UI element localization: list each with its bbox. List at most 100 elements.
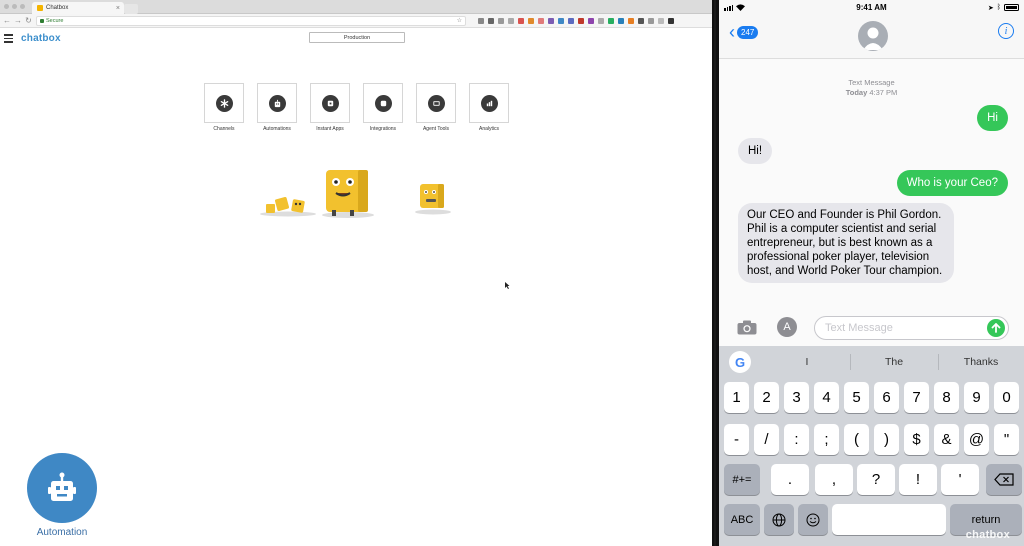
extension-icon[interactable]	[498, 17, 504, 24]
google-icon[interactable]: G	[729, 351, 751, 373]
address-toolbar: ← → ↻ Secure ☆	[0, 14, 712, 28]
automation-circle[interactable]	[27, 453, 97, 523]
asterisk-icon	[215, 94, 233, 112]
key[interactable]: 8	[934, 382, 959, 413]
space-key[interactable]	[832, 504, 946, 535]
extension-icon[interactable]	[648, 17, 654, 24]
maximize-window-button[interactable]	[20, 4, 25, 9]
tile-instant-apps[interactable]: Instant Apps	[310, 83, 350, 132]
message-bubble-received[interactable]: Our CEO and Founder is Phil Gordon. Phil…	[738, 203, 954, 283]
message-bubble-sent[interactable]: Who is your Ceo?	[896, 170, 1008, 196]
key[interactable]: (	[844, 424, 869, 455]
emoji-key[interactable]	[798, 504, 828, 535]
extension-icon[interactable]	[638, 17, 644, 24]
browser-tab-bar: Chatbox ×	[0, 0, 712, 14]
key[interactable]: !	[899, 464, 937, 495]
key[interactable]: &	[934, 424, 959, 455]
extension-icon[interactable]	[528, 17, 534, 24]
info-icon[interactable]: i	[998, 23, 1014, 39]
key[interactable]: .	[771, 464, 809, 495]
key[interactable]: ,	[815, 464, 853, 495]
send-button[interactable]	[987, 319, 1005, 337]
integrations-icon	[374, 94, 392, 112]
abc-key[interactable]: ABC	[724, 504, 760, 535]
keyboard: G I The Thanks 1 2 3 4 5 6 7 8 9 0 - /:…	[719, 346, 1024, 546]
key[interactable]: 1	[724, 382, 749, 413]
extension-icon[interactable]	[548, 17, 554, 24]
menu-dots-icon[interactable]	[668, 17, 674, 24]
automation-button[interactable]: Automation	[27, 453, 97, 538]
bookmark-star-icon[interactable]: ☆	[457, 17, 462, 24]
key[interactable]: 3	[784, 382, 809, 413]
camera-icon[interactable]	[737, 320, 757, 335]
key[interactable]: @	[964, 424, 989, 455]
key[interactable]: 6	[874, 382, 899, 413]
extension-icon[interactable]	[658, 17, 664, 24]
suggestion[interactable]: Thanks	[941, 356, 1021, 368]
tile-label: Instant Apps	[316, 126, 344, 132]
key[interactable]: 0	[994, 382, 1019, 413]
globe-icon	[772, 513, 786, 526]
app-store-icon[interactable]: A	[777, 317, 797, 337]
extension-icon[interactable]	[538, 17, 544, 24]
suggestion[interactable]: The	[854, 356, 934, 368]
extension-icon[interactable]	[588, 17, 594, 24]
message-input[interactable]: Text Message	[814, 316, 1009, 340]
key[interactable]: '	[941, 464, 979, 495]
back-arrow-icon[interactable]: ←	[3, 16, 11, 25]
key[interactable]: )	[874, 424, 899, 455]
extension-icon[interactable]	[568, 17, 574, 24]
compose-bar: A Text Message	[719, 313, 1024, 341]
tile-channels[interactable]: Channels	[204, 83, 244, 132]
key[interactable]: $	[904, 424, 929, 455]
key[interactable]: /	[754, 424, 779, 455]
key[interactable]: -	[724, 424, 749, 455]
message-bubble-received[interactable]: Hi!	[738, 138, 773, 164]
extension-icon[interactable]	[488, 17, 494, 24]
tile-agent-tools[interactable]: Agent Tools	[416, 83, 456, 132]
tile-integrations[interactable]: Integrations	[363, 83, 403, 132]
message-bubble-sent[interactable]: Hi	[977, 105, 1008, 131]
extension-icon[interactable]	[508, 17, 514, 24]
close-window-button[interactable]	[4, 4, 9, 9]
back-button[interactable]: ‹ 247	[729, 23, 759, 41]
key[interactable]: ?	[857, 464, 895, 495]
extension-icon[interactable]	[628, 17, 634, 24]
extension-icon[interactable]	[478, 17, 484, 24]
extension-icon[interactable]	[608, 17, 614, 24]
extension-icon[interactable]	[578, 17, 584, 24]
key[interactable]: 2	[754, 382, 779, 413]
environment-select[interactable]: Production	[309, 32, 405, 43]
more-symbols-key[interactable]: #+=	[724, 464, 760, 495]
key[interactable]: 4	[814, 382, 839, 413]
key[interactable]: 9	[964, 382, 989, 413]
tile-automations[interactable]: Automations	[257, 83, 297, 132]
contact-avatar[interactable]	[858, 21, 888, 51]
tab-title: Chatbox	[46, 5, 69, 11]
close-tab-icon[interactable]: ×	[116, 5, 120, 12]
key[interactable]: 7	[904, 382, 929, 413]
delete-key[interactable]	[986, 464, 1022, 495]
address-bar[interactable]: Secure ☆	[36, 15, 466, 26]
tile-analytics[interactable]: Analytics	[469, 83, 509, 132]
window-controls	[4, 4, 25, 9]
chatbox-watermark: chatbox	[965, 529, 1010, 541]
key[interactable]: 5	[844, 382, 869, 413]
tile-label: Automations	[263, 126, 291, 132]
key[interactable]: "	[994, 424, 1019, 455]
extension-icon[interactable]	[598, 17, 604, 24]
extension-icon[interactable]	[558, 17, 564, 24]
extension-icon[interactable]	[618, 17, 624, 24]
new-tab-button[interactable]	[124, 4, 138, 14]
hamburger-menu-icon[interactable]	[4, 34, 13, 45]
globe-key[interactable]	[764, 504, 794, 535]
forward-arrow-icon[interactable]: →	[14, 16, 22, 25]
browser-tab[interactable]: Chatbox ×	[32, 2, 124, 14]
minimize-window-button[interactable]	[12, 4, 17, 9]
suggestion[interactable]: I	[767, 356, 847, 368]
key[interactable]: ;	[814, 424, 839, 455]
extension-icon[interactable]	[518, 17, 524, 24]
automation-label: Automation	[36, 527, 88, 538]
reload-icon[interactable]: ↻	[25, 16, 32, 25]
key[interactable]: :	[784, 424, 809, 455]
